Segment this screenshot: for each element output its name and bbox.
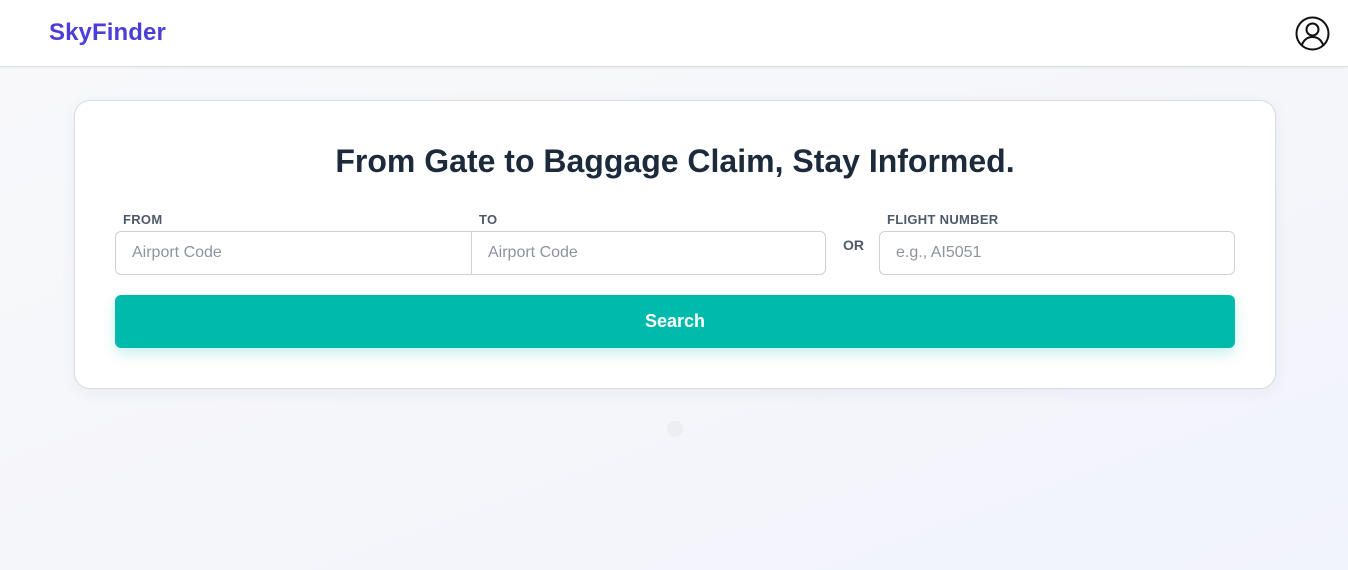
user-circle-icon [1295, 16, 1330, 51]
page-title: From Gate to Baggage Claim, Stay Informe… [335, 143, 1015, 179]
route-input-group [115, 231, 826, 275]
to-label: TO [479, 212, 498, 227]
to-airport-input[interactable] [472, 232, 825, 274]
brand-logo[interactable]: SkyFinder [49, 19, 166, 47]
flight-search-card: From Gate to Baggage Claim, Stay Informe… [74, 100, 1276, 389]
loading-indicator [667, 421, 683, 437]
flight-number-input[interactable] [879, 231, 1235, 275]
search-button[interactable]: Search [115, 295, 1235, 348]
top-navigation-bar: SkyFinder [0, 0, 1348, 67]
from-label: FROM [123, 212, 163, 227]
or-separator: OR [843, 237, 864, 253]
account-button[interactable] [1295, 16, 1330, 51]
from-airport-input[interactable] [116, 232, 471, 274]
flight-number-label: FLIGHT NUMBER [887, 212, 999, 227]
